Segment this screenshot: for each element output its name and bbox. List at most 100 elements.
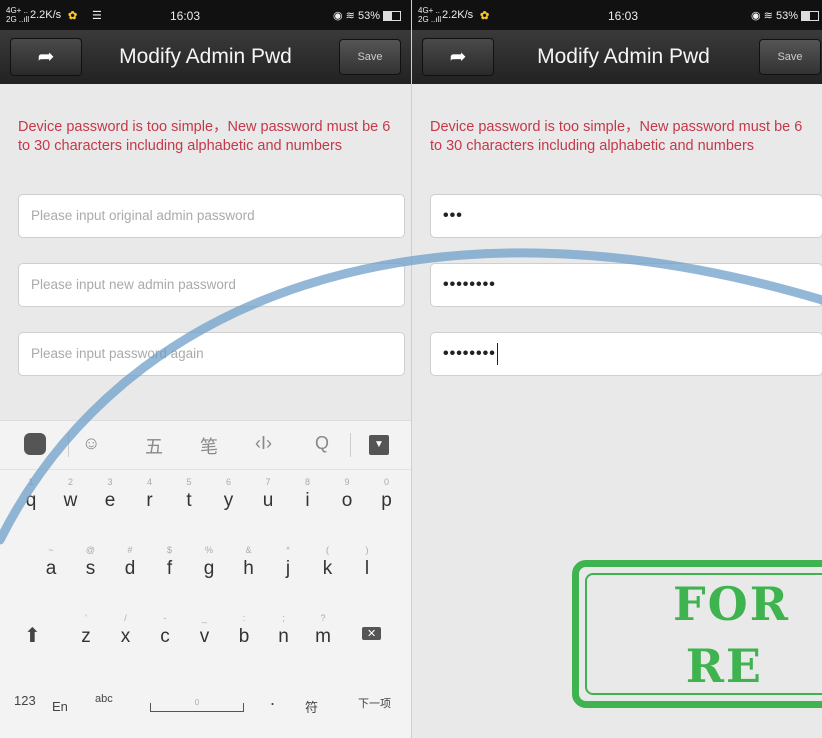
period-key[interactable]: . [270, 689, 275, 710]
key-x[interactable]: / x [106, 607, 146, 667]
key-hint: 4 [146, 477, 152, 487]
soft-keyboard: ☺ 五 笔 ‹I› Q ▼ 1q2w3e4r5t6y7u8i9o0p ~ a @ s #… [0, 420, 411, 738]
app-notification-icon: ✿ [68, 10, 78, 22]
key-z[interactable]: ' z [66, 607, 106, 667]
key-u[interactable]: 7u [248, 471, 288, 531]
emoji-icon[interactable]: ☺ [82, 433, 100, 454]
key-row-3: ⬆ ✕ ' z / x - c _ v: b; n? m [0, 607, 411, 667]
key-hint: 1 [28, 477, 34, 487]
key-hint: : [242, 613, 246, 623]
abc-key[interactable]: abc [95, 693, 113, 705]
key-s[interactable]: @ s [71, 539, 111, 599]
space-key[interactable]: 0 [150, 699, 244, 712]
key-char: u [262, 490, 274, 511]
key-hint: @ [85, 545, 96, 555]
key-char: n [278, 626, 289, 647]
key-w[interactable]: 2w [51, 471, 91, 531]
key-q[interactable]: 1q [11, 471, 51, 531]
clock: 16:03 [170, 9, 201, 23]
key-hint: 7 [265, 477, 271, 487]
key-hint: 6 [225, 477, 231, 487]
key-hint: _ [201, 613, 207, 623]
key-char: b [238, 626, 250, 647]
next-key[interactable]: 下一项 [358, 695, 391, 711]
key-char: g [203, 558, 215, 579]
save-button[interactable]: Save [339, 39, 401, 75]
key-b[interactable]: :b [224, 607, 264, 667]
backspace-key[interactable]: ✕ [362, 627, 382, 640]
phone-screen-right: 4G+ .. 2G ..ıll 2.2K/s ✿ 16:03 ◉ ≋ 53% ➦ … [411, 0, 822, 738]
original-password-input[interactable]: Please input original admin password [18, 194, 405, 238]
key-hint: # [127, 545, 133, 555]
key-t[interactable]: 5t [169, 471, 209, 531]
signal-indicator: 4G+ .. 2G ..ıll [6, 6, 30, 24]
key-o[interactable]: 9o [327, 471, 367, 531]
search-icon[interactable]: Q [315, 433, 329, 454]
status-bar: 4G+ .. 2G ..ıll 2.2K/s ✿ ☰ 16:03 ◉ ≋ 53% [0, 0, 411, 30]
clock: 16:03 [608, 9, 639, 23]
key-hint: 3 [107, 477, 113, 487]
hide-keyboard-icon[interactable]: ▼ [369, 435, 389, 455]
key-char: z [81, 626, 91, 647]
key-hint: - [163, 613, 167, 623]
key-hint: & [245, 545, 252, 555]
network-speed: 2.2K/s [442, 9, 474, 21]
key-v[interactable]: _ v [185, 607, 225, 667]
key-a[interactable]: ~ a [31, 539, 71, 599]
keyboard-logo-icon[interactable] [24, 433, 46, 455]
key-hint: ; [282, 613, 285, 623]
key-d[interactable]: # d [110, 539, 150, 599]
key-c[interactable]: -c [145, 607, 185, 667]
key-hint: * [286, 545, 290, 555]
key-char: m [315, 626, 331, 647]
title-bar: ➦ Modify Admin Pwd Save [0, 30, 411, 84]
key-char: e [104, 490, 116, 511]
new-password-input[interactable]: •••••••• [430, 263, 822, 307]
key-char: v [199, 626, 210, 647]
key-e[interactable]: 3e [90, 471, 130, 531]
key-char: d [124, 558, 136, 579]
cursor-tool-icon[interactable]: ‹I› [255, 433, 272, 454]
language-key[interactable]: En [52, 699, 68, 714]
symbol-key[interactable]: 符 [305, 697, 318, 716]
status-right: ◉ ≋ 53% [751, 9, 819, 22]
new-password-input[interactable]: Please input new admin password [18, 263, 405, 307]
key-n[interactable]: ; n [264, 607, 304, 667]
divider [68, 433, 69, 457]
save-button[interactable]: Save [759, 39, 821, 75]
key-p[interactable]: 0p [367, 471, 407, 531]
key-char: a [45, 558, 57, 579]
password-warning: Device password is too simple，New passwo… [18, 119, 391, 154]
key-j[interactable]: * j [268, 539, 308, 599]
confirm-password-input[interactable]: •••••••• [430, 332, 822, 376]
key-r[interactable]: 4r [130, 471, 170, 531]
battery-icon [383, 11, 401, 22]
confirm-password-input[interactable]: Please input password again [18, 332, 405, 376]
key-hint: 5 [186, 477, 192, 487]
key-k[interactable]: (k [308, 539, 348, 599]
key-f[interactable]: $ f [150, 539, 190, 599]
key-char: x [120, 626, 131, 647]
key-hint: % [204, 545, 213, 555]
signal-indicator: 4G+ .. 2G ..ıll [418, 6, 442, 24]
key-hint: 8 [304, 477, 310, 487]
key-hint: ~ [48, 545, 54, 555]
key-m[interactable]: ? m [303, 607, 343, 667]
key-char: w [63, 490, 78, 511]
confirm-password-value: •••••••• [443, 345, 496, 362]
numbers-key[interactable]: 123 [14, 693, 36, 708]
wubi-tool[interactable]: 五 [145, 433, 163, 459]
shift-key[interactable]: ⬆ [24, 623, 41, 648]
battery-percent: 53% [357, 10, 380, 22]
key-hint: 2 [67, 477, 73, 487]
key-l[interactable]: ) l [347, 539, 387, 599]
key-h[interactable]: & h [229, 539, 269, 599]
original-password-input[interactable]: ••• [430, 194, 822, 238]
key-i[interactable]: 8i [288, 471, 328, 531]
key-y[interactable]: 6y [209, 471, 249, 531]
stroke-tool[interactable]: 笔 [200, 433, 218, 459]
key-char: k [322, 558, 333, 579]
battery-icon [801, 11, 819, 22]
keyboard-toolbar: ☺ 五 笔 ‹I› Q ▼ [0, 421, 411, 470]
key-g[interactable]: % g [189, 539, 229, 599]
